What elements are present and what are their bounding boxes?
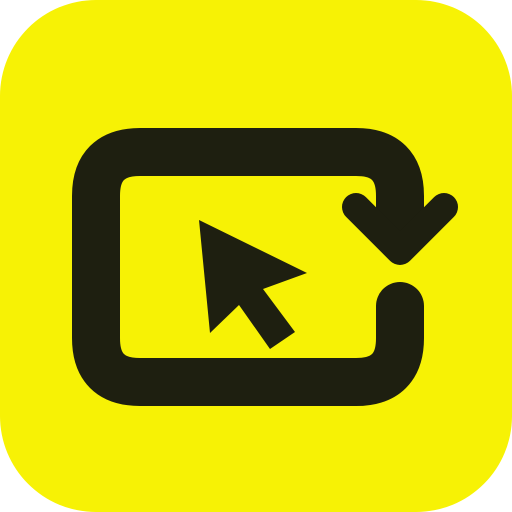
app-icon-tile[interactable]: [0, 0, 512, 512]
app-icon-canvas: [0, 0, 512, 512]
